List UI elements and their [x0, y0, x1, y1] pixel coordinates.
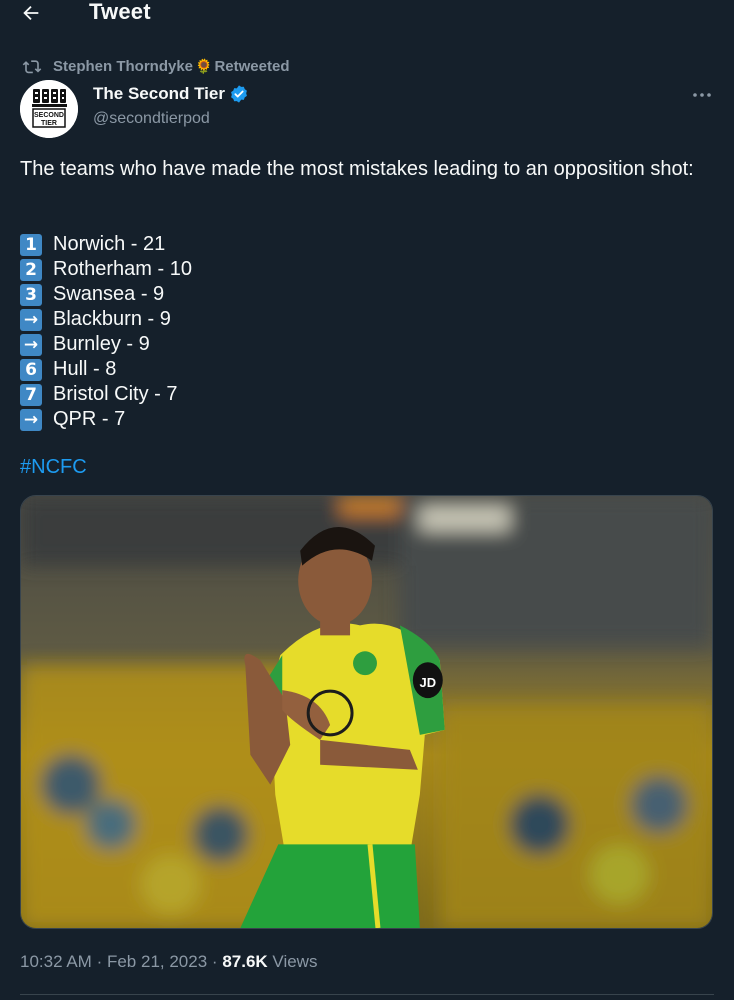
- rank-badge: 1: [20, 233, 42, 256]
- team-entry: Burnley - 9: [53, 333, 150, 355]
- hashtag-link[interactable]: #NCFC: [20, 456, 87, 479]
- author-name[interactable]: The Second Tier: [93, 84, 225, 104]
- rank-badge: 7: [20, 383, 42, 406]
- football-player-photo: JD: [21, 496, 712, 928]
- list-item: 7 Bristol City - 7: [20, 382, 192, 407]
- tweet-meta: 10:32 AM · Feb 21, 2023 · 87.6K Views: [20, 952, 317, 972]
- team-entry: Blackburn - 9: [53, 308, 171, 330]
- more-options-button[interactable]: [691, 86, 713, 104]
- ranking-list: 1 Norwich - 21 2 Rotherham - 10 3 Swanse…: [20, 232, 192, 432]
- meta-separator: ·: [96, 952, 103, 971]
- tweet-media-image[interactable]: JD: [20, 495, 713, 929]
- rank-badge: 3: [20, 283, 42, 306]
- author-handle[interactable]: @secondtierpod: [93, 110, 210, 128]
- team-entry: Swansea - 9: [53, 283, 165, 305]
- avatar-text-line1: SECOND: [34, 112, 64, 119]
- list-item: 1 Norwich - 21: [20, 232, 192, 257]
- arrow-right-badge-icon: →: [20, 308, 42, 331]
- divider: [20, 994, 714, 995]
- team-entry: Norwich - 21: [53, 233, 166, 255]
- retweeter-name[interactable]: Stephen Thorndyke: [53, 58, 193, 75]
- avatar-text-line2: TIER: [41, 120, 57, 127]
- list-item: → Blackburn - 9: [20, 307, 192, 332]
- list-item: 2 Rotherham - 10: [20, 257, 192, 282]
- sunflower-emoji: 🌻: [195, 57, 213, 74]
- retweet-context: Stephen Thorndyke 🌻 Retweeted: [22, 56, 290, 76]
- team-entry: Bristol City - 7: [53, 383, 178, 405]
- rank-badge: 2: [20, 258, 42, 281]
- tweet-date[interactable]: Feb 21, 2023: [107, 952, 207, 971]
- retweet-icon: [22, 58, 42, 74]
- author-name-row: The Second Tier: [93, 84, 249, 104]
- list-item: → Burnley - 9: [20, 332, 192, 357]
- page-title: Tweet: [89, 0, 151, 24]
- team-entry: Hull - 8: [53, 358, 117, 380]
- top-bar: Tweet: [0, 0, 734, 28]
- team-entry: Rotherham - 10: [53, 258, 192, 280]
- arrow-right-badge-icon: →: [20, 408, 42, 431]
- tweet-text: The teams who have made the most mistake…: [20, 158, 694, 180]
- retweeted-label: Retweeted: [214, 57, 290, 75]
- arrow-right-badge-icon: →: [20, 333, 42, 356]
- meta-separator: ·: [211, 952, 218, 971]
- shirt-sponsor-logo: JD: [420, 675, 437, 690]
- arrow-left-icon: [23, 5, 39, 21]
- more-icon: [693, 93, 711, 97]
- rank-badge: 6: [20, 358, 42, 381]
- team-entry: QPR - 7: [53, 408, 126, 430]
- back-button[interactable]: [20, 0, 46, 26]
- verified-badge-icon: [231, 85, 247, 103]
- list-item: 3 Swansea - 9: [20, 282, 192, 307]
- avatar[interactable]: SECOND TIER: [20, 80, 78, 138]
- tweet-time[interactable]: 10:32 AM: [20, 952, 92, 971]
- views-count: 87.6K: [222, 952, 268, 971]
- list-item: → QPR - 7: [20, 407, 192, 432]
- list-item: 6 Hull - 8: [20, 357, 192, 382]
- views-label: Views: [272, 952, 318, 971]
